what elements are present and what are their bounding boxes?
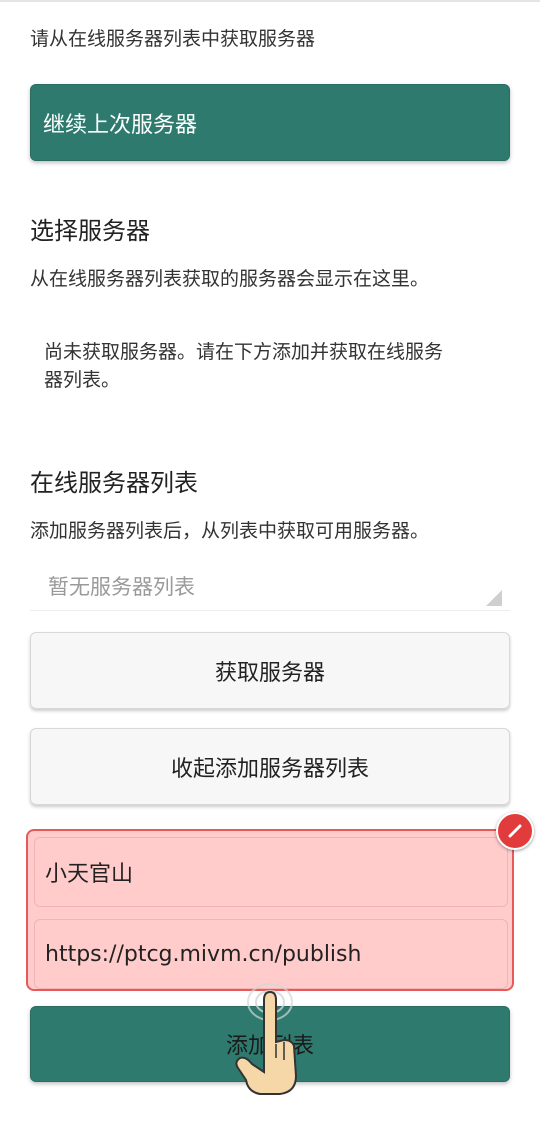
empty-state-line-2: 器列表。 [44, 369, 121, 391]
pointing-hand-icon [226, 980, 316, 1100]
online-list-title: 在线服务器列表 [30, 469, 198, 497]
empty-state-line-1: 尚未获取服务器。请在下方添加并获取在线服务 [44, 341, 444, 363]
top-divider [0, 0, 540, 2]
server-list-dropdown[interactable]: 暂无服务器列表 [30, 560, 510, 611]
edit-icon[interactable] [496, 812, 534, 850]
add-list-form-highlight: 小天官山 https://ptcg.mivm.cn/publish [26, 829, 514, 991]
dropdown-placeholder: 暂无服务器列表 [48, 575, 195, 599]
fetch-servers-button[interactable]: 获取服务器 [30, 632, 510, 709]
dropdown-corner-icon [486, 590, 502, 606]
select-server-description: 从在线服务器列表获取的服务器会显示在这里。 [30, 268, 430, 290]
list-name-field[interactable]: 小天官山 [34, 837, 508, 907]
list-url-field[interactable]: https://ptcg.mivm.cn/publish [34, 919, 508, 989]
prompt-text: 请从在线服务器列表中获取服务器 [30, 28, 316, 50]
continue-last-server-button[interactable]: 继续上次服务器 [30, 84, 510, 161]
collapse-add-list-button[interactable]: 收起添加服务器列表 [30, 728, 510, 805]
online-list-description: 添加服务器列表后，从列表中获取可用服务器。 [30, 520, 430, 542]
select-server-title: 选择服务器 [30, 217, 150, 245]
